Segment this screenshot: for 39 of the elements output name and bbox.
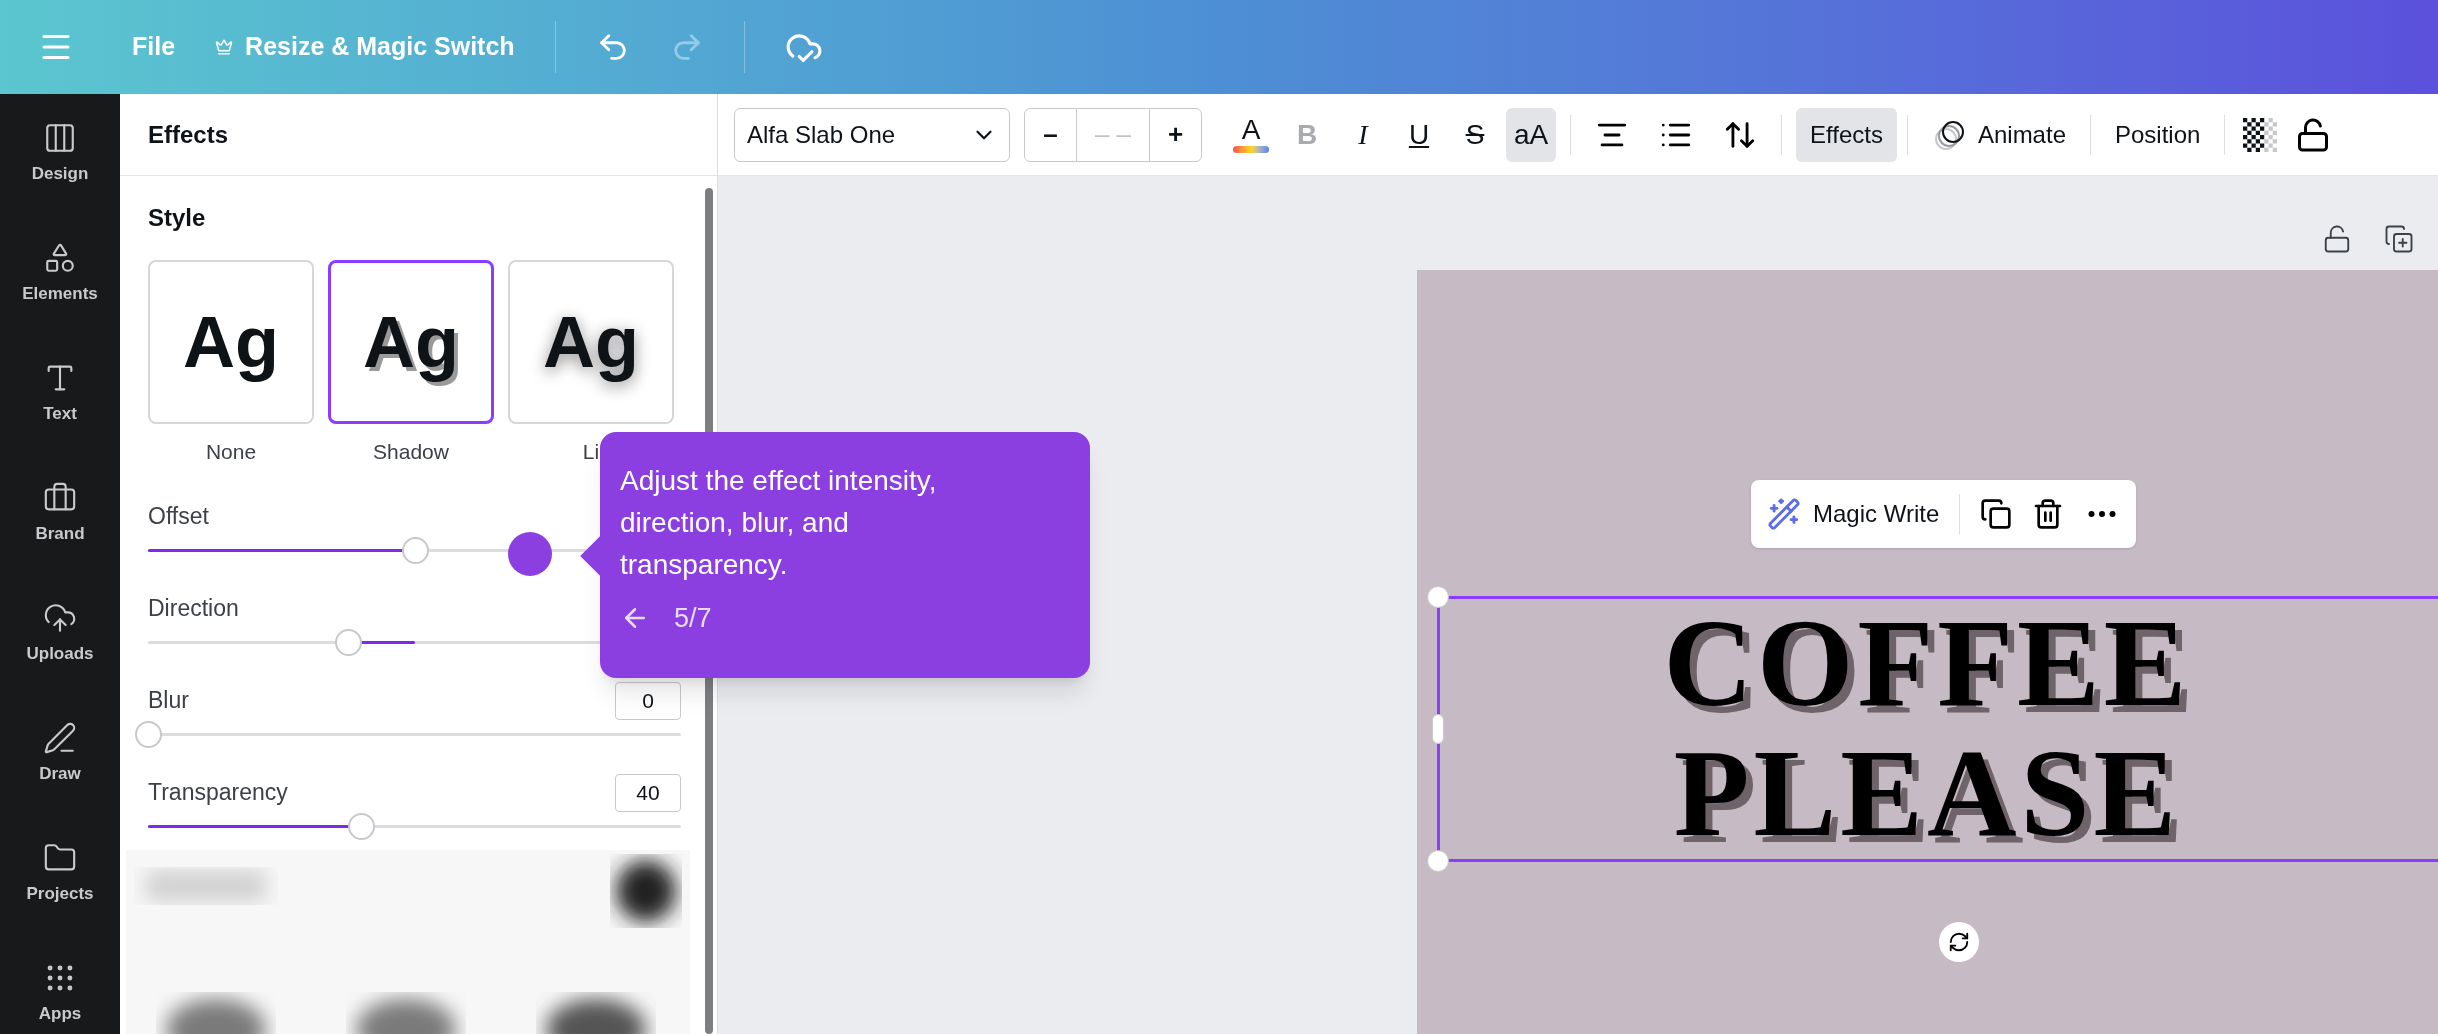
magic-write-button[interactable]: Magic Write <box>1767 496 1940 532</box>
rail-item[interactable]: Design <box>31 114 89 194</box>
format-button[interactable]: U <box>1394 107 1444 162</box>
style-option[interactable]: Ag <box>148 260 314 424</box>
tooltip-text: Adjust the effect intensity, direction, blur, and transparency. <box>620 464 938 582</box>
rail-item[interactable]: Draw <box>39 714 81 794</box>
decrease-button[interactable]: – <box>1025 108 1077 161</box>
font-dropdown[interactable]: Alfa Slab One <box>734 107 1010 162</box>
format-button[interactable]: aA <box>1506 107 1556 162</box>
rail-item[interactable]: Brand <box>35 474 85 554</box>
toolbar-button[interactable]: Effects <box>1796 107 1897 162</box>
format-button[interactable]: I <box>1338 107 1388 162</box>
headline-text: PLEASE <box>1673 732 2181 856</box>
value-field[interactable]: 0 <box>615 681 681 720</box>
step-counter: 5/7 <box>674 602 712 635</box>
rail-item[interactable]: Projects <box>26 834 94 914</box>
slider-label: Blur <box>148 686 189 716</box>
style-option[interactable]: Ag <box>508 260 674 424</box>
headline-text: COFFEE <box>1663 602 2191 726</box>
section-heading: Style <box>148 203 207 233</box>
selection-frame[interactable]: COFFEE PLEASE <box>1437 596 2438 862</box>
rail-item[interactable]: Elements <box>22 234 98 314</box>
panel-title: Effects <box>148 119 229 150</box>
slider-label: Direction <box>148 594 239 624</box>
format-button[interactable]: A <box>1226 107 1276 162</box>
style-option[interactable]: Ag <box>328 260 494 424</box>
toolbar-button[interactable]: Animate <box>1917 107 2080 162</box>
increase-button[interactable]: + <box>1149 108 1201 161</box>
rail-item[interactable]: Apps <box>38 954 82 1034</box>
style-label: Shadow <box>373 439 449 465</box>
style-label: None <box>205 439 257 465</box>
slider-label: Transparency <box>148 778 288 808</box>
style-label: Li <box>582 439 600 465</box>
format-button[interactable]: S <box>1450 107 1500 162</box>
rail-item[interactable]: Uploads <box>26 594 94 674</box>
value-field[interactable]: 40 <box>615 773 681 812</box>
rail-item[interactable]: Text <box>43 354 77 434</box>
toolbar-button[interactable]: Position <box>2101 107 2215 162</box>
slider-label: Offset <box>148 502 209 532</box>
